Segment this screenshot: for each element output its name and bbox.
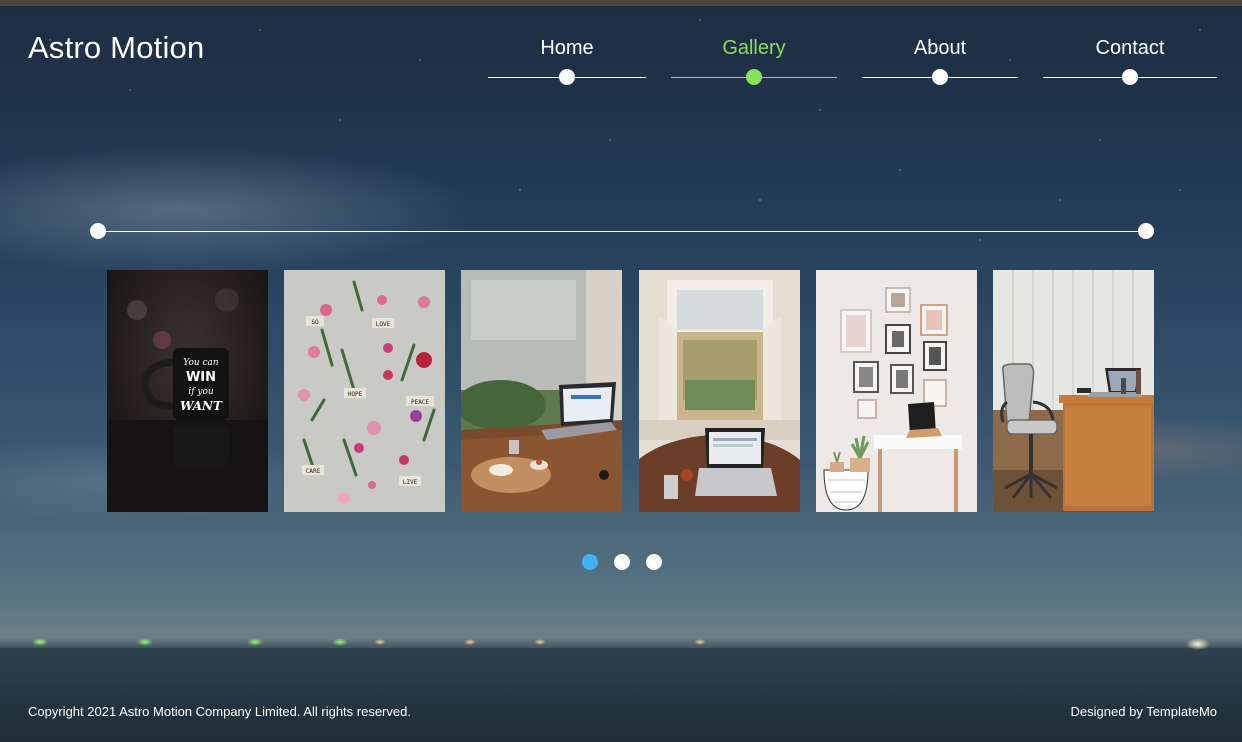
nav-item-label: About [913,37,967,59]
mug-photo-image: You can WIN if you WANT [107,270,268,512]
footer-credit-link[interactable]: Designed by TemplateMo [1071,704,1217,719]
nav-dot-icon [1122,69,1138,85]
nav-item-label: Gallery [722,37,786,59]
flower-tag-6: LIVE [403,479,418,486]
flower-tag-1: SO [311,319,319,326]
nav-item-home[interactable]: Home [488,36,646,96]
nav-dot-icon [559,69,575,85]
gallery-photo-mug[interactable]: You can WIN if you WANT [107,270,268,512]
nav-item-contact[interactable]: Contact [1043,36,1217,96]
timeline-end-dot-icon [1138,223,1154,239]
mug-text-1: You can [183,358,219,368]
mug-text-4: WANT [180,399,223,413]
flower-tag-2: LOVE [376,321,391,328]
main-nav: Home Gallery About Contact [0,36,1242,96]
gallery-photo-flowers[interactable]: SO LOVE HOPE PEACE CARE LIVE [284,270,445,512]
flower-tag-3: HOPE [348,391,363,398]
mug-text-3: if you [188,387,214,397]
flower-tag-5: CARE [306,468,321,475]
cafe-laptop-photo-image [461,270,622,512]
gallery-timeline-line [98,231,1146,232]
window-laptop-photo-image [639,270,800,512]
photo-gallery: You can WIN if you WANT SO LOVE HOPE PEA… [107,270,1154,512]
horizon-lights [0,630,1242,650]
pager-dot-2[interactable] [614,554,630,570]
nav-item-gallery[interactable]: Gallery [671,36,837,96]
white-desk-photo-image [816,270,977,512]
nav-item-about[interactable]: About [862,36,1018,96]
gallery-photo-office-chair[interactable] [993,270,1154,512]
gallery-photo-cafe-laptop[interactable] [461,270,622,512]
flower-tag-4: PEACE [411,399,429,406]
nav-dot-icon [932,69,948,85]
footer-copyright: Copyright 2021 Astro Motion Company Limi… [28,704,411,719]
pager-dot-1[interactable] [582,554,598,570]
sea-horizon [0,648,1242,742]
timeline-start-dot-icon [90,223,106,239]
nav-dot-icon [746,69,762,85]
gallery-pager [582,554,682,570]
office-chair-photo-image [993,270,1154,512]
flowers-photo-image: SO LOVE HOPE PEACE CARE LIVE [284,270,445,512]
gallery-photo-white-desk[interactable] [816,270,977,512]
nav-item-label: Home [540,37,594,59]
top-strip [0,0,1242,6]
mug-text-2: WIN [186,370,216,385]
nav-item-label: Contact [1095,37,1165,59]
pager-dot-3[interactable] [646,554,662,570]
gallery-photo-window-laptop[interactable] [639,270,800,512]
